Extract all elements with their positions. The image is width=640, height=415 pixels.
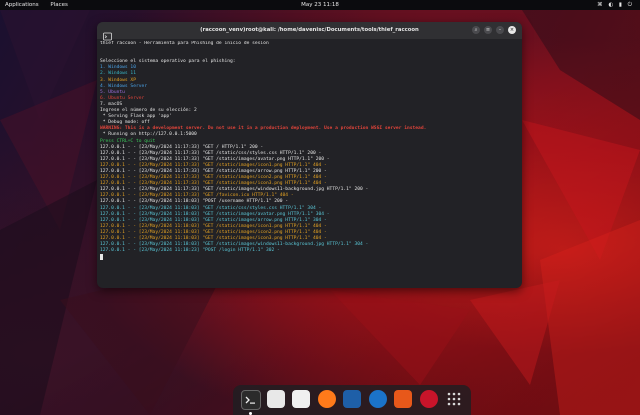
system-status-icons[interactable]: ⌘ ◐ ▮ ⏻ [597, 0, 634, 10]
text-cursor [100, 254, 103, 261]
search-icon[interactable]: ⌕ [472, 26, 480, 34]
minimize-icon[interactable]: – [496, 26, 504, 34]
burpsuite-app-icon[interactable] [394, 390, 412, 408]
dock [233, 385, 471, 415]
top-panel: Applications Places May 23 11:18 ⌘ ◐ ▮ ⏻ [0, 0, 640, 10]
clock[interactable]: May 23 11:18 [0, 0, 640, 10]
terminal-output[interactable]: thief raccoon - Herramienta para Phishin… [100, 41, 514, 286]
firefox-app-icon[interactable] [317, 390, 336, 408]
terminal-title: (raccoon_venv)root@kali: /home/davenisc/… [200, 27, 419, 33]
text-editor-app-icon[interactable] [292, 390, 310, 408]
cherrytree-app-icon[interactable] [419, 390, 438, 408]
terminal-window[interactable]: (raccoon_venv)root@kali: /home/davenisc/… [97, 22, 522, 288]
metasploit-app-icon[interactable] [343, 390, 361, 408]
menu-icon[interactable]: ≡ [484, 26, 492, 34]
terminal-cursor-line[interactable] [100, 254, 514, 261]
close-icon[interactable]: × [508, 26, 516, 34]
app-grid-icon[interactable] [445, 390, 463, 408]
terminal-app-icon[interactable] [241, 390, 261, 410]
files-app-icon[interactable] [266, 390, 285, 408]
terminal-titlebar[interactable]: (raccoon_venv)root@kali: /home/davenisc/… [97, 22, 522, 41]
wireshark-app-icon[interactable] [368, 390, 387, 408]
